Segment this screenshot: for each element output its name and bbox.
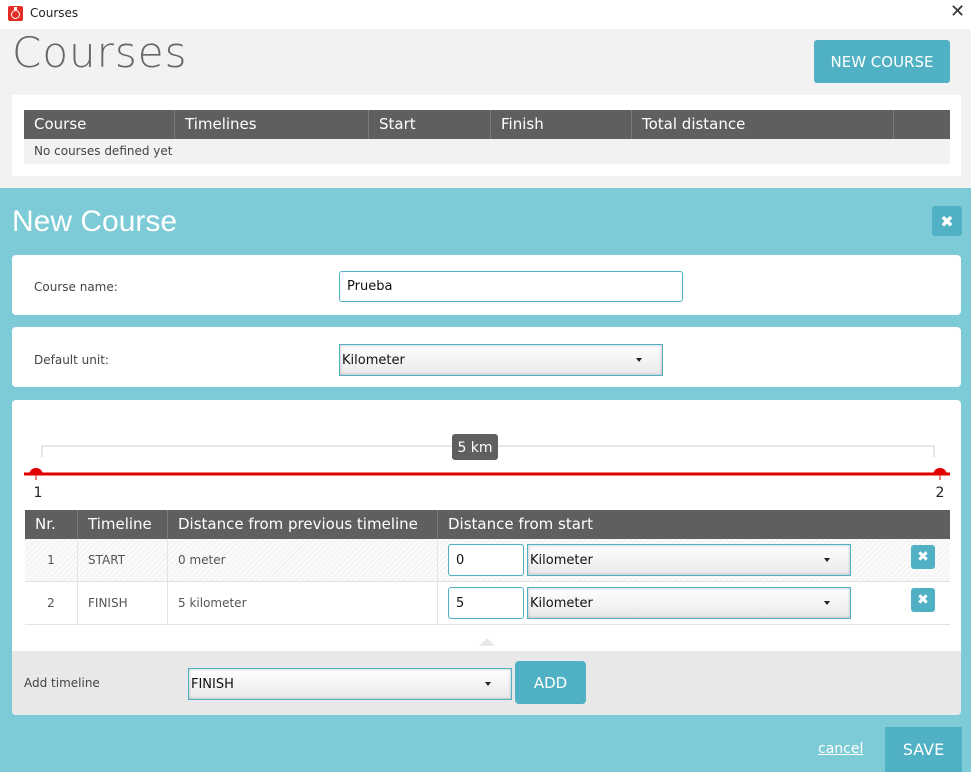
column-header-nr: Nr. [25,510,78,539]
courses-empty-message: No courses defined yet [24,139,950,164]
distance-unit-value: Kilometer [530,595,593,611]
distance-from-start-input[interactable]: 5 [448,587,524,619]
add-timeline-button[interactable]: ADD [515,661,586,704]
default-unit-label: Default unit: [34,353,109,367]
column-header-distance-previous: Distance from previous timeline [168,510,438,539]
row-distance-previous: 0 meter [168,539,438,581]
chevron-down-icon [824,601,830,605]
chevron-down-icon [636,358,642,362]
timelines-table-header: Nr. Timeline Distance from previous time… [25,510,950,539]
track-marker-start[interactable] [29,468,43,475]
course-name-label: Course name: [34,280,118,294]
add-timeline-label: Add timeline [24,676,100,690]
add-timeline-value: FINISH [191,676,234,692]
default-unit-select[interactable]: Kilometer [339,344,663,376]
courses-table: Course Timelines Start Finish Total dist… [24,110,950,164]
pointer-triangle [479,638,495,646]
course-name-input[interactable]: Prueba [339,271,683,302]
cancel-link[interactable]: cancel [818,741,863,757]
window-titlebar: Courses ✕ [0,0,971,29]
timelines-table: Nr. Timeline Distance from previous time… [25,510,950,625]
table-row: 1 START 0 meter 0 Kilometer ✖ [25,539,950,582]
column-header-timelines[interactable]: Timelines [175,110,369,139]
distance-from-start-input[interactable]: 0 [448,544,524,576]
column-header-finish[interactable]: Finish [491,110,632,139]
distance-unit-select[interactable]: Kilometer [527,587,851,619]
row-nr: 2 [25,582,78,624]
column-header-total-distance[interactable]: Total distance [632,110,894,139]
row-distance-previous: 5 kilometer [168,582,438,624]
row-timeline: START [78,539,168,581]
remove-row-icon[interactable]: ✖ [911,545,935,569]
add-timeline-select[interactable]: FINISH [188,668,512,700]
row-nr: 1 [25,539,78,581]
page-title: Courses [12,28,188,77]
chevron-down-icon [485,682,491,686]
courses-table-header: Course Timelines Start Finish Total dist… [24,110,950,139]
distance-unit-value: Kilometer [530,552,593,568]
row-timeline: FINISH [78,582,168,624]
new-course-title: New Course [12,205,178,238]
default-unit-value: Kilometer [342,352,405,368]
track-start-label: 1 [34,485,43,501]
column-header-actions [894,110,950,139]
new-course-button[interactable]: NEW COURSE [814,40,950,83]
window-title: Courses [30,6,79,20]
column-header-start[interactable]: Start [369,110,491,139]
distance-unit-select[interactable]: Kilometer [527,544,851,576]
course-track: 5 km 1 2 [24,434,950,501]
column-header-timeline: Timeline [78,510,168,539]
stopwatch-icon [8,6,23,21]
track-end-label: 2 [936,485,945,501]
distance-badge-text: 5 km [457,440,492,456]
window-close-icon[interactable]: ✕ [950,3,965,21]
column-header-distance-start: Distance from start [448,515,593,533]
track-marker-end[interactable] [933,468,947,475]
table-row: 2 FINISH 5 kilometer 5 Kilometer ✖ [25,582,950,625]
panel-close-icon[interactable]: ✖ [932,206,962,236]
chevron-down-icon [824,558,830,562]
remove-row-icon[interactable]: ✖ [911,588,935,612]
column-header-course[interactable]: Course [24,110,175,139]
save-button[interactable]: SAVE [885,727,962,772]
